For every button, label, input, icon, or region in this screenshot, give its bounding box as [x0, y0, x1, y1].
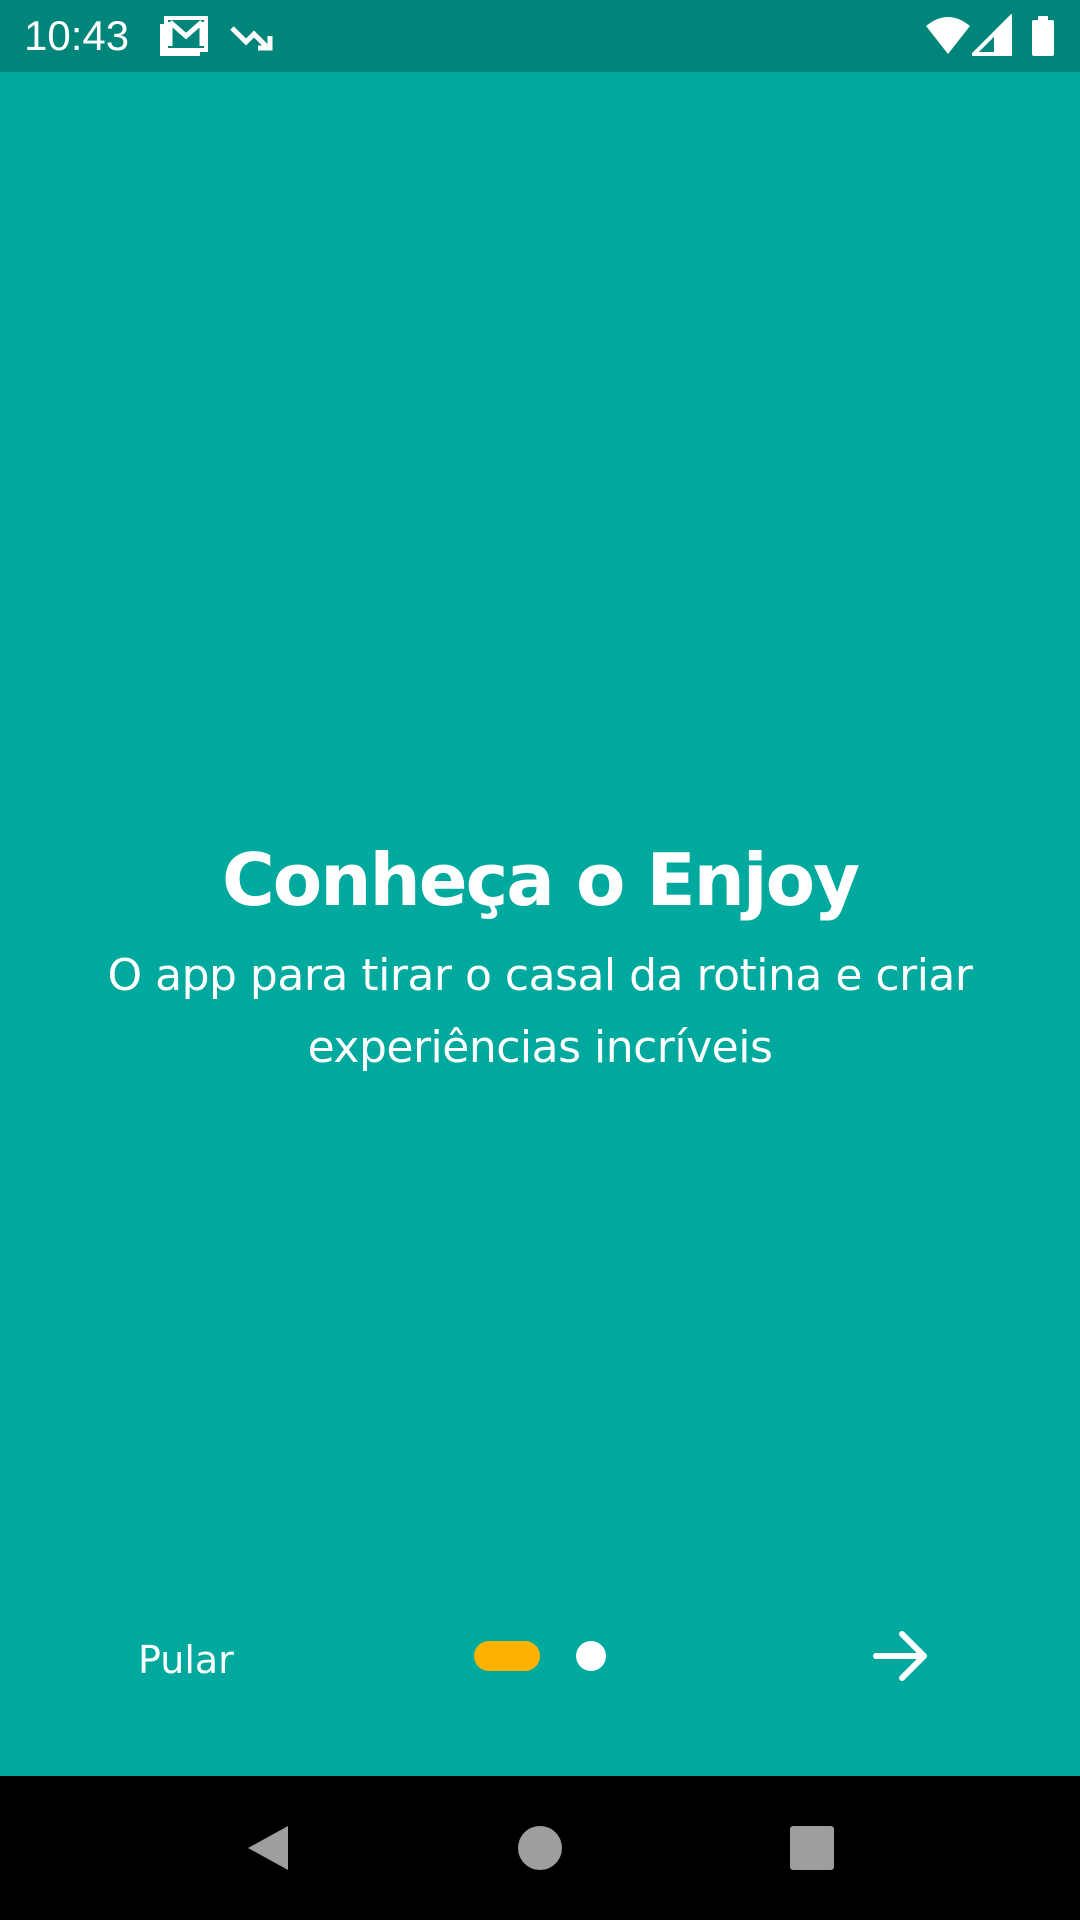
status-bar: 10:43 [0, 0, 1080, 72]
home-icon [514, 1826, 566, 1878]
home-button[interactable] [514, 1822, 566, 1874]
gmail-icon [160, 16, 208, 56]
wifi-icon [924, 14, 972, 58]
page-indicator-active [474, 1641, 540, 1671]
onboarding-screen: 10:43 Conheça o Enjoy O app para tirar o… [0, 0, 1080, 1920]
trending-down-icon [228, 16, 276, 56]
recents-button[interactable] [786, 1822, 838, 1874]
cell-signal-icon [969, 13, 1012, 58]
next-button[interactable] [862, 1622, 938, 1690]
onboarding-subtitle: O app para tirar o casal da rotina e cri… [107, 950, 973, 1073]
back-icon [242, 1826, 294, 1878]
page-indicator-inactive[interactable] [576, 1641, 606, 1671]
status-time: 10:43 [24, 12, 130, 59]
recents-icon [786, 1826, 838, 1878]
onboarding-title: Conheça o Enjoy [221, 838, 860, 922]
skip-button[interactable]: Pular [120, 1630, 252, 1690]
back-button[interactable] [242, 1822, 294, 1874]
battery-icon [1030, 14, 1056, 58]
arrow-right-icon [862, 1631, 938, 1694]
